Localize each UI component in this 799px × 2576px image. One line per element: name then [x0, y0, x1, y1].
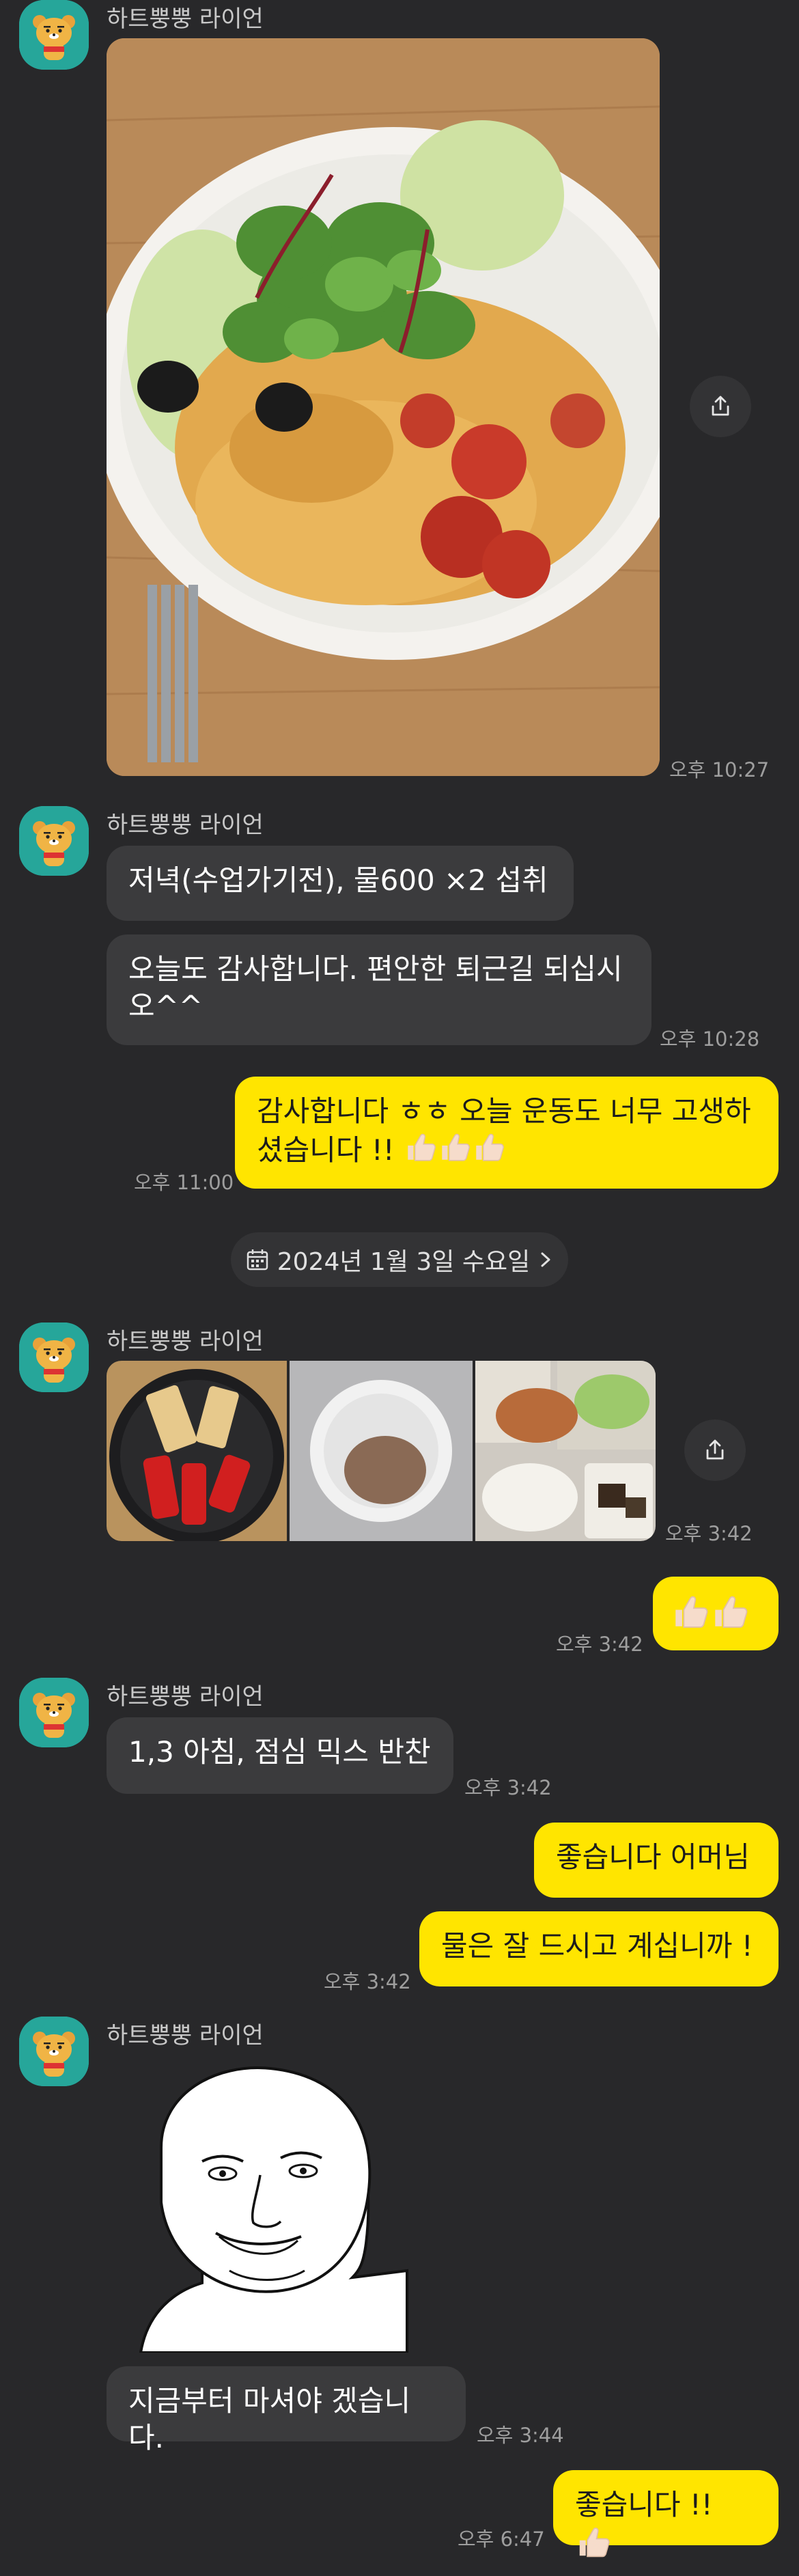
message-time: 오후 3:42: [464, 1776, 552, 1799]
ryan-avatar-icon: [19, 0, 89, 70]
message-time: 오후 10:28: [660, 1027, 760, 1051]
sender-name: 하트뿡뿡 라이언: [107, 2022, 264, 2049]
avatar[interactable]: [19, 2017, 89, 2086]
share-button[interactable]: [690, 376, 751, 437]
avatar[interactable]: [19, 1678, 89, 1747]
share-button[interactable]: [684, 1419, 746, 1481]
share-icon: [707, 393, 734, 420]
calendar-icon: [247, 1249, 268, 1271]
coffee-cup-photo: [290, 1361, 473, 1541]
message-bubble[interactable]: 오늘도 감사합니다. 편안한 퇴근길 되십시오^^: [107, 934, 651, 1045]
my-message-text: 좋습니다 !!: [575, 2488, 713, 2521]
ryan-avatar-icon: [19, 2017, 89, 2086]
photo-thumbnail[interactable]: [107, 1361, 287, 1541]
sender-name: 하트뿡뿡 라이언: [107, 1328, 264, 1355]
message-time: 오후 3:44: [477, 2424, 564, 2447]
sender-name: 하트뿡뿡 라이언: [107, 1683, 264, 1711]
face-sticker[interactable]: [134, 2066, 414, 2354]
message-bubble[interactable]: 저녁(수업가기전), 물600 ×2 섭취: [107, 846, 574, 921]
message-time: 오후 10:27: [669, 758, 770, 781]
thumbs-up-emoji-icon: [575, 2530, 612, 2563]
avatar[interactable]: [19, 0, 89, 70]
message-bubble[interactable]: 1,3 아침, 점심 믹스 반찬: [107, 1717, 453, 1794]
ryan-avatar-icon: [19, 1322, 89, 1392]
salad-eggs-photo: [107, 38, 660, 776]
message-time: 오후 11:00: [134, 1171, 234, 1194]
message-time: 오후 6:47: [458, 2527, 545, 2551]
message-time: 오후 3:42: [324, 1970, 411, 1993]
my-message-bubble[interactable]: [653, 1577, 779, 1650]
my-message-bubble[interactable]: 감사합니다 ㅎㅎ 오늘 운동도 너무 고생하셨습니다 !!: [235, 1077, 779, 1189]
smiling-face-sticker-icon: [139, 2066, 408, 2354]
message-time: 오후 3:42: [665, 1522, 753, 1545]
my-message-bubble[interactable]: 좋습니다 어머님: [534, 1823, 779, 1898]
my-message-bubble[interactable]: 물은 잘 드시고 계십니까 !: [419, 1911, 779, 1986]
date-divider[interactable]: 2024년 1월 3일 수요일: [231, 1232, 568, 1287]
thumbs-up-emoji-icon: [671, 1601, 750, 1634]
photo-thumbnail[interactable]: [290, 1361, 473, 1541]
message-time: 오후 3:42: [556, 1633, 643, 1656]
my-message-bubble[interactable]: 좋습니다 !!: [553, 2470, 779, 2545]
photo-thumbnail[interactable]: [475, 1361, 656, 1541]
sender-name: 하트뿡뿡 라이언: [107, 812, 264, 839]
sender-name: 하트뿡뿡 라이언: [107, 5, 264, 33]
message-bubble[interactable]: 지금부터 마셔야 겠습니다.: [107, 2366, 466, 2454]
food-photo[interactable]: [107, 38, 660, 776]
ryan-avatar-icon: [19, 806, 89, 876]
thumbs-up-emoji-icon: [404, 1133, 506, 1167]
avatar[interactable]: [19, 806, 89, 876]
avatar[interactable]: [19, 1322, 89, 1392]
ryan-avatar-icon: [19, 1678, 89, 1747]
lunch-tray-photo: [475, 1361, 656, 1541]
share-icon: [701, 1437, 729, 1464]
chevron-right-icon: [541, 1252, 550, 1267]
date-label: 2024년 1월 3일 수요일: [277, 1248, 531, 1276]
tofu-pepper-photo: [107, 1361, 287, 1541]
